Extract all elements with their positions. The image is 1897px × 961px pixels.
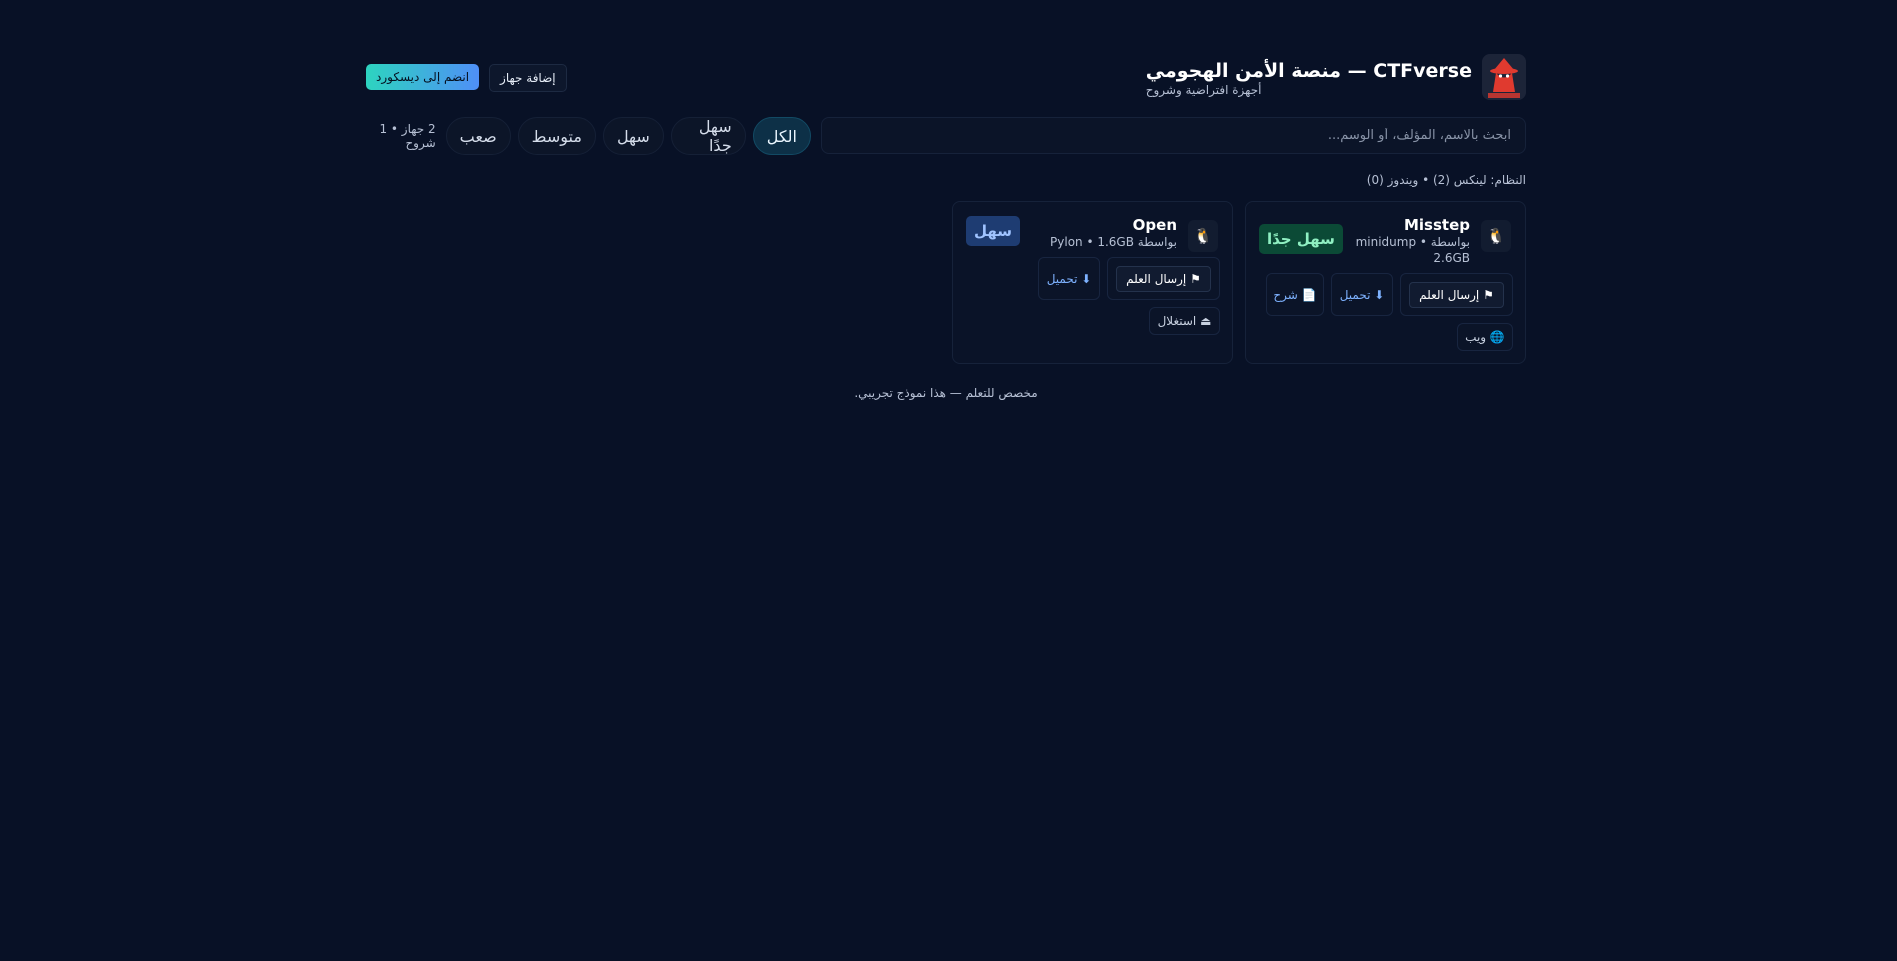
linux-penguin-icon: 🐧 xyxy=(1188,220,1218,252)
join-discord-button[interactable]: انضم إلى ديسكورد xyxy=(366,64,480,90)
filter-all[interactable]: الكل xyxy=(752,117,811,155)
difficulty-badge: سهل xyxy=(966,216,1021,246)
filter-row: الكل سهل جدًا سهل متوسط صعب 2 جهاز • 1 ش… xyxy=(366,117,1526,155)
machine-name[interactable]: Misstep xyxy=(1404,216,1470,234)
download-button[interactable]: ⬇ تحميل xyxy=(1331,273,1393,316)
tag-exploit[interactable]: ⏏ استغلال xyxy=(1149,307,1220,335)
difficulty-badge: سهل جدًا xyxy=(1259,224,1343,254)
header-actions: انضم إلى ديسكورد إضافة جهاز xyxy=(366,64,567,92)
add-machine-button[interactable]: إضافة جهاز xyxy=(489,64,567,92)
submit-flag-box: ⚑ إرسال العلم xyxy=(1400,273,1513,316)
submit-flag-box: ⚑ إرسال العلم xyxy=(1107,257,1220,300)
tag-web[interactable]: 🌐 ويب xyxy=(1457,323,1513,351)
difficulty-filters: الكل سهل جدًا سهل متوسط صعب 2 جهاز • 1 ش… xyxy=(366,117,811,155)
results-count: 2 جهاز • 1 شروح xyxy=(379,122,436,150)
brand[interactable]: CTFverse — منصة الأمن الهجومي أجهزة افتر… xyxy=(1146,54,1526,100)
search-input[interactable] xyxy=(821,117,1526,154)
logo-icon xyxy=(1482,54,1526,100)
page-subtitle: أجهزة افتراضية وشروح xyxy=(1145,83,1262,97)
writeup-button[interactable]: 📄 شرح xyxy=(1266,273,1324,316)
machine-card: 🐧 Misstep بواسطة minidump • 2.6GB سهل جد… xyxy=(1245,201,1526,364)
filter-medium[interactable]: متوسط xyxy=(517,117,596,155)
system-summary: النظام: لينكس (2) • ويندوز (0) xyxy=(1366,173,1526,187)
machine-meta: بواسطة Pylon • 1.6GB xyxy=(1050,235,1177,249)
machine-name[interactable]: Open xyxy=(1133,216,1177,234)
filter-easy[interactable]: سهل xyxy=(602,117,664,155)
submit-flag-button[interactable]: ⚑ إرسال العلم xyxy=(1409,281,1504,308)
machine-card: 🐧 Open بواسطة Pylon • 1.6GB سهل ⚑ إرسال … xyxy=(952,201,1233,364)
download-button[interactable]: ⬇ تحميل xyxy=(1038,257,1100,300)
linux-penguin-icon: 🐧 xyxy=(1481,220,1511,252)
footer-note: مخصص للتعلم — هذا نموذج تجريبي. xyxy=(854,386,1038,400)
machine-meta: بواسطة minidump • 2.6GB xyxy=(1355,235,1470,265)
filter-hard[interactable]: صعب xyxy=(445,117,511,155)
brand-text: CTFverse — منصة الأمن الهجومي أجهزة افتر… xyxy=(1146,56,1472,98)
page-title: CTFverse — منصة الأمن الهجومي xyxy=(1145,60,1472,82)
submit-flag-button[interactable]: ⚑ إرسال العلم xyxy=(1116,265,1211,292)
header: CTFverse — منصة الأمن الهجومي أجهزة افتر… xyxy=(366,54,1526,102)
filter-very-easy[interactable]: سهل جدًا xyxy=(670,117,746,155)
page: CTFverse — منصة الأمن الهجومي أجهزة افتر… xyxy=(366,0,1526,961)
